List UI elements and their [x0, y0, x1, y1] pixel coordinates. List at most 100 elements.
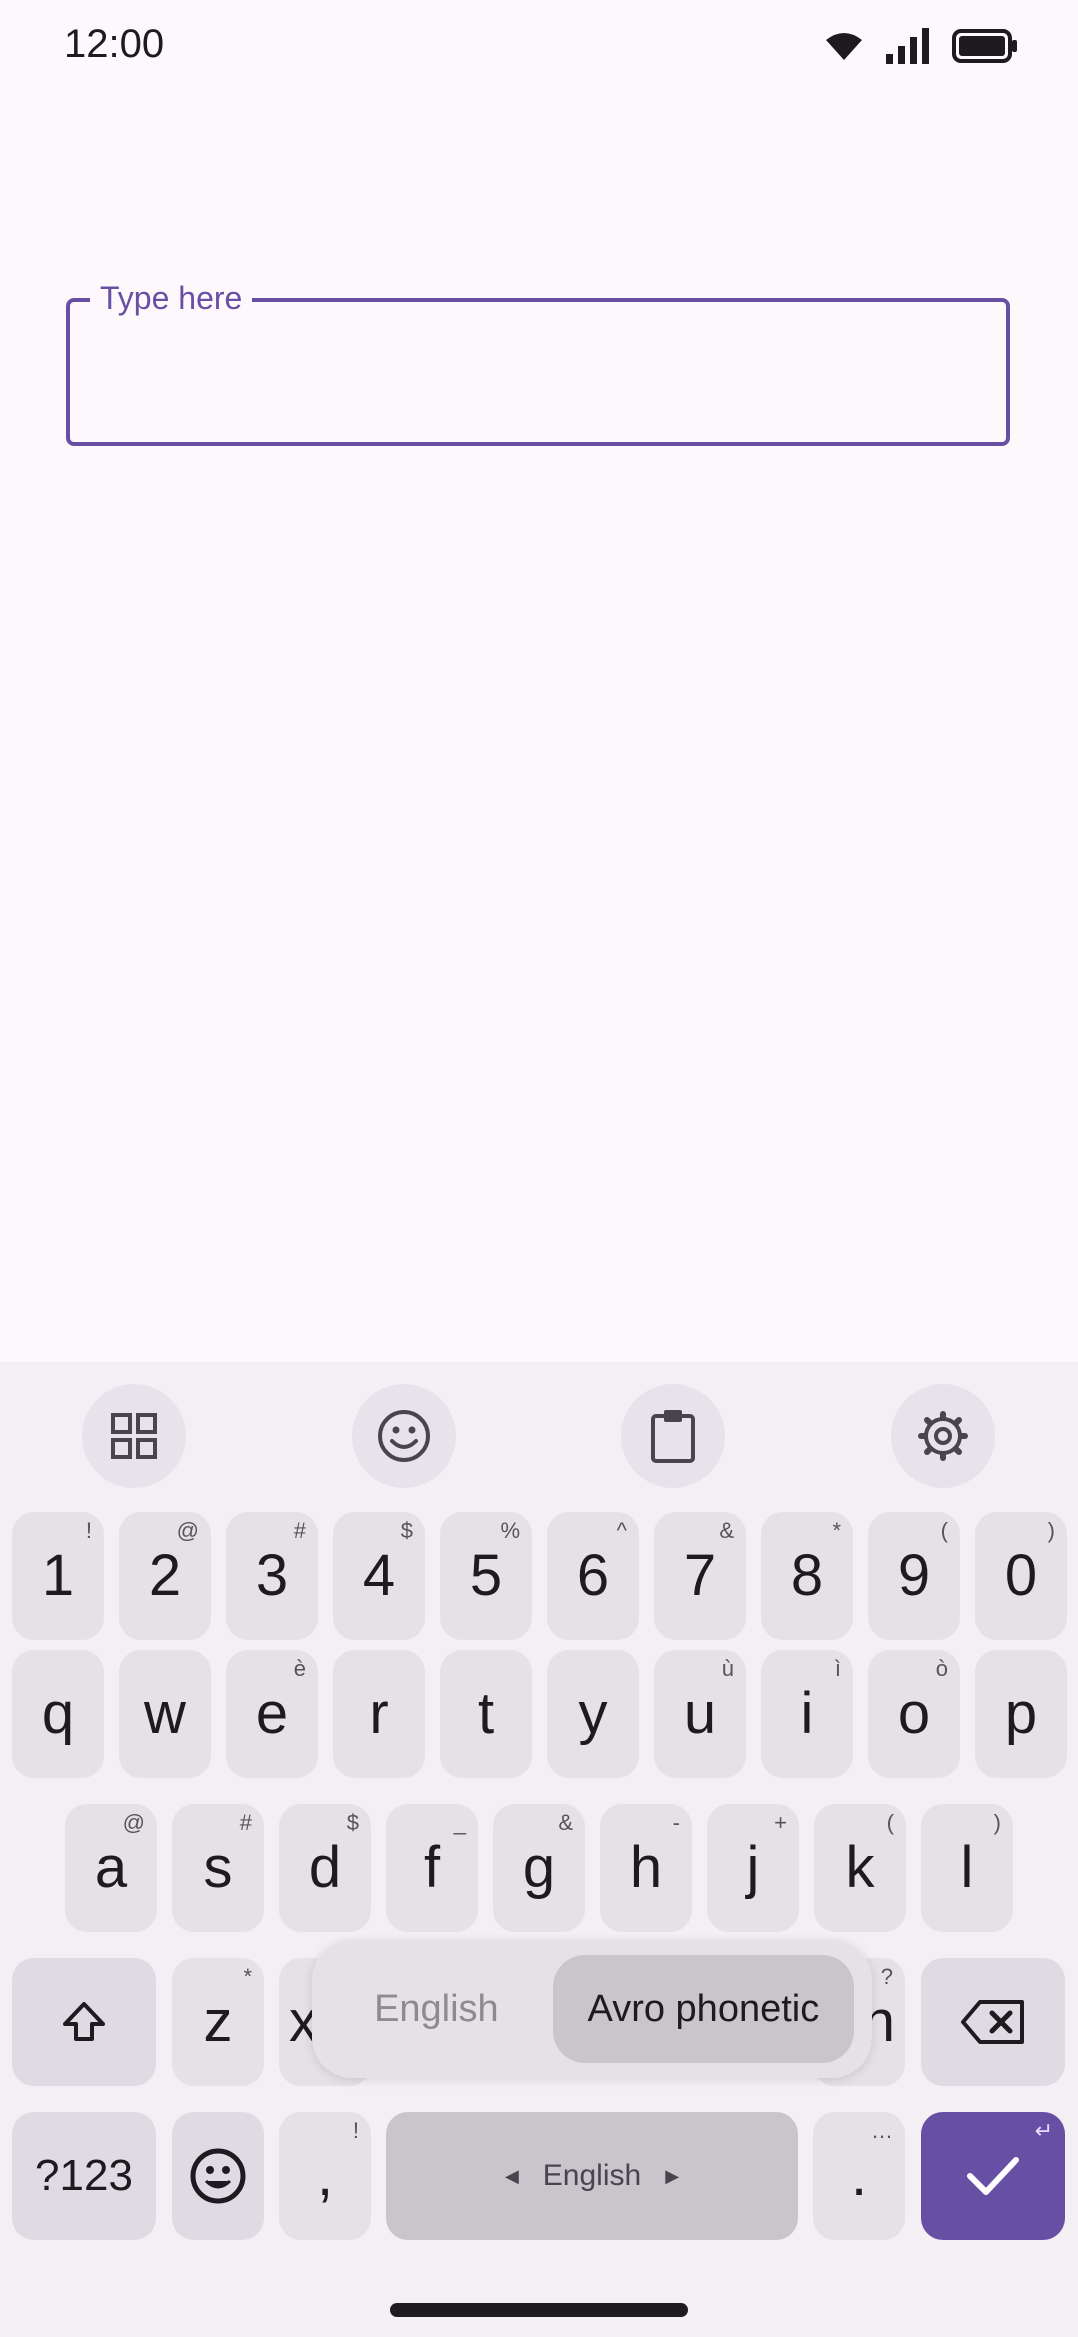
key-label: y [578, 1681, 608, 1746]
key-hint: # [239, 1810, 252, 1835]
key-q[interactable]: q [12, 1650, 104, 1778]
key-1[interactable]: 1! [12, 1512, 104, 1640]
text-input-field[interactable]: Type here [66, 276, 1010, 446]
key-hint: & [719, 1518, 734, 1543]
key-hint: - [672, 1810, 680, 1835]
key-hint: $ [346, 1810, 359, 1835]
key-hint: ( [886, 1810, 894, 1835]
key-e[interactable]: eè [226, 1650, 318, 1778]
key-r[interactable]: r [333, 1650, 425, 1778]
key-9[interactable]: 9( [868, 1512, 960, 1640]
key-4[interactable]: 4 $ [333, 1512, 425, 1640]
key-g[interactable]: g & [493, 1804, 585, 1932]
space-language-label: English [542, 2159, 642, 2192]
key-s[interactable]: s # [172, 1804, 264, 1932]
key-hint: ò [935, 1656, 948, 1681]
key-y[interactable]: y [547, 1650, 639, 1778]
period-key[interactable]: . … [813, 2112, 905, 2240]
key-hint: è [293, 1656, 306, 1681]
key-hint: _ [453, 1810, 466, 1835]
text-field-label: Type here [90, 276, 253, 320]
key-hint: ) [993, 1810, 1001, 1835]
key-3[interactable]: 3 # [226, 1512, 318, 1640]
key-label: t [477, 1681, 495, 1746]
key-label: q [41, 1681, 75, 1746]
key-hint: @ [122, 1810, 145, 1835]
key-hint: # [293, 1518, 306, 1543]
key-label: p [1004, 1681, 1038, 1746]
key-2[interactable]: 2 @ [119, 1512, 211, 1640]
key-h[interactable]: h- [600, 1804, 692, 1932]
key-5[interactable]: 5% [440, 1512, 532, 1640]
status-time: 12:00 [64, 22, 165, 66]
signal-icon [886, 28, 929, 64]
status-icons [824, 28, 1018, 64]
key-hint: ! [352, 2118, 359, 2143]
apps-grid-button[interactable] [82, 1384, 186, 1488]
language-option-english[interactable]: English [330, 1955, 543, 2063]
key-hint: + [774, 1810, 787, 1835]
backspace-key[interactable] [921, 1958, 1065, 2086]
space-left-arrow-icon: ◀ [504, 2165, 519, 2186]
key-f[interactable]: f _ [386, 1804, 478, 1932]
wifi-icon [826, 33, 862, 60]
key-label: k [845, 1835, 875, 1900]
key-label: 5 [469, 1543, 503, 1608]
key-label: i [800, 1681, 814, 1746]
checkmark-icon [967, 2157, 1019, 2195]
key-hint: & [558, 1810, 573, 1835]
symbols-key[interactable]: ?123 [12, 2112, 156, 2240]
key-0[interactable]: 0) [975, 1512, 1067, 1640]
comma-key[interactable]: , ! [279, 2112, 371, 2240]
key-8[interactable]: 8 * [761, 1512, 853, 1640]
key-o[interactable]: oò [868, 1650, 960, 1778]
key-label: g [522, 1835, 556, 1900]
language-switch-popup: English Avro phonetic [312, 1940, 872, 2078]
key-label: j [746, 1835, 760, 1900]
key-hint: @ [176, 1518, 199, 1543]
emoji-toolbar-button[interactable] [352, 1384, 456, 1488]
key-label: e [255, 1681, 289, 1746]
enter-key[interactable]: ↵ [921, 2112, 1065, 2240]
key-label: o [897, 1681, 931, 1746]
home-indicator[interactable] [390, 2303, 688, 2317]
key-label: a [94, 1835, 128, 1900]
key-label: . [850, 2143, 868, 2208]
key-l[interactable]: l) [921, 1804, 1013, 1932]
key-j[interactable]: j + [707, 1804, 799, 1932]
key-t[interactable]: t [440, 1650, 532, 1778]
key-i[interactable]: iì [761, 1650, 853, 1778]
key-label: h [629, 1835, 663, 1900]
key-a[interactable]: a @ [65, 1804, 157, 1932]
key-hint: ! [85, 1518, 92, 1543]
key-label: 4 [362, 1543, 396, 1608]
key-w[interactable]: w [119, 1650, 211, 1778]
key-label: 6 [576, 1543, 610, 1608]
key-6[interactable]: 6 ^ [547, 1512, 639, 1640]
settings-button[interactable] [891, 1384, 995, 1488]
clipboard-button[interactable] [621, 1384, 725, 1488]
key-u[interactable]: uù [654, 1650, 746, 1778]
key-hint: ì [834, 1656, 841, 1681]
battery-icon [952, 29, 1017, 63]
emoji-icon [378, 1410, 430, 1462]
key-d[interactable]: d $ [279, 1804, 371, 1932]
emoji-key[interactable] [172, 2112, 264, 2240]
key-z[interactable]: z * [172, 1958, 264, 2086]
key-7[interactable]: 7 & [654, 1512, 746, 1640]
settings-gear-icon [918, 1411, 968, 1461]
key-label: r [369, 1681, 389, 1746]
key-hint: … [871, 2118, 893, 2143]
shift-icon [63, 2002, 105, 2041]
key-hint: $ [400, 1518, 413, 1543]
shift-key[interactable] [12, 1958, 156, 2086]
status-bar: 12:00 [0, 0, 1078, 100]
apps-grid-icon [111, 1413, 157, 1459]
key-label: , [316, 2143, 334, 2208]
key-p[interactable]: p [975, 1650, 1067, 1778]
key-hint: ) [1047, 1518, 1055, 1543]
language-option-avro-phonetic[interactable]: Avro phonetic [552, 1955, 854, 2063]
key-label: 2 [148, 1543, 182, 1608]
space-key[interactable]: ◀ English ▶ [386, 2112, 798, 2240]
key-k[interactable]: k( [814, 1804, 906, 1932]
